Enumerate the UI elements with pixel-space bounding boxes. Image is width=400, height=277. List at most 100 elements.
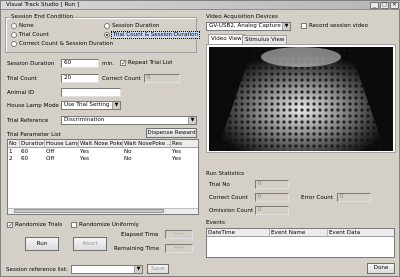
trial-count-label: Trial Count (7, 76, 37, 82)
remaining-time-value: --:-- (165, 244, 193, 253)
cell-duration: 60 (21, 156, 29, 162)
done-button[interactable]: Done (367, 263, 395, 274)
trial-reference-label: Trial Reference (7, 118, 49, 124)
radio-none[interactable]: None (11, 23, 34, 29)
maximize-icon[interactable]: □ (380, 2, 389, 9)
table-scrollbar-thumb[interactable] (14, 209, 164, 213)
correct-count-input[interactable]: 0 (144, 74, 180, 83)
chevron-down-icon[interactable]: ▼ (188, 117, 196, 124)
save-button[interactable]: Save (147, 264, 169, 274)
run-button[interactable]: Run (25, 237, 59, 251)
randomize-uniformly-checkbox[interactable]: Randomize Uniformly (71, 222, 139, 228)
trial-no-value: 0 (255, 180, 289, 189)
table-scrollbar[interactable] (8, 208, 198, 214)
stats-correct-count-label: Correct Count (209, 195, 248, 201)
error-count-label: Error Count (301, 195, 334, 201)
video-tabs-container: Video View Stimulus View (206, 34, 396, 153)
dispense-reward-button[interactable]: Dispense Reward (146, 128, 197, 138)
randomize-uniformly-label: Randomize Uniformly (79, 222, 139, 228)
col-event-data[interactable]: Event Data (328, 229, 394, 237)
randomize-trials-checkbox[interactable]: ✓ Randomize Trials (7, 222, 63, 229)
trial-no-label: Trial No (209, 182, 230, 188)
video-device-value: GV-USB2, Analog Capture (209, 23, 281, 29)
radio-trial-count-dot[interactable] (11, 32, 17, 38)
repeat-trial-list-checkbox[interactable]: ✓ Repeat Trial List (120, 60, 173, 67)
radio-session-duration[interactable]: Session Duration (104, 23, 159, 29)
events-group-label: Events (206, 220, 225, 226)
trial-list-label: Trial Parameter List (7, 132, 61, 138)
radio-session-duration-label: Session Duration (112, 23, 160, 29)
col-wait-nosepoke-2[interactable]: Wait NosePoke ... (123, 140, 171, 148)
abort-button[interactable]: Abort (73, 237, 107, 251)
elapsed-time-label: Elapsed Time (121, 232, 159, 238)
radio-trial-count-label: Trial Count (19, 32, 49, 38)
radio-none-dot[interactable] (11, 23, 17, 29)
camera-feed (209, 47, 393, 151)
randomize-trials-box[interactable]: ✓ (7, 222, 13, 229)
cell-res: Yes (172, 156, 182, 162)
cell-house-lamp: Off (46, 156, 55, 162)
radio-trial-count-duration[interactable]: Trial Count & Session Duration (104, 31, 201, 39)
col-datetime[interactable]: DateTime (207, 229, 270, 237)
repeat-trial-list-label: Repeat Trial List (128, 60, 173, 66)
col-res[interactable]: Res (171, 140, 198, 148)
events-table: DateTime Event Name Event Data (206, 228, 395, 258)
video-tab-panel (206, 44, 396, 153)
trial-reference-value: Discrimination (64, 117, 105, 123)
radio-session-duration-dot[interactable] (104, 23, 110, 29)
radio-correct-count-duration-dot[interactable] (11, 41, 17, 47)
randomize-uniformly-box[interactable] (71, 222, 77, 228)
col-wait-nose-poke[interactable]: Wait Nose Poke (79, 140, 123, 148)
house-lamp-value: Use Trial Setting (64, 102, 110, 108)
record-session-video-box[interactable] (301, 23, 307, 29)
stats-group-label: Run Statistics (206, 171, 245, 177)
correct-count-label: Correct Count (102, 76, 141, 82)
session-duration-unit: min. (102, 61, 115, 67)
title-bar: Visual Track Studio [ Run ] _ □ ✕ (1, 1, 400, 10)
session-duration-input[interactable]: 60 (61, 59, 99, 68)
radio-trial-count[interactable]: Trial Count (11, 32, 49, 38)
radio-trial-count-duration-label: Trial Count & Session Duration (110, 31, 201, 39)
col-house-lamp[interactable]: House Lamp (45, 140, 79, 148)
video-group-label: Video Acquisition Devices (206, 14, 278, 20)
app-window: Visual Track Studio [ Run ] _ □ ✕ Sessio… (0, 0, 400, 277)
session-ref-label: Session reference list: (6, 267, 68, 273)
table-header: No Duration House Lamp Wait Nose Poke Wa… (8, 140, 198, 148)
trial-parameter-table: No Duration House Lamp Wait Nose Poke Wa… (7, 139, 199, 215)
minimize-icon[interactable]: _ (370, 2, 379, 9)
tab-video-view[interactable]: Video View (208, 34, 245, 44)
cell-no: 2 (9, 156, 13, 162)
repeat-trial-list-box[interactable]: ✓ (120, 60, 126, 67)
elapsed-time-value: --:-- (165, 230, 193, 239)
radio-correct-count-duration[interactable]: Correct Count & Session Duration (11, 41, 113, 47)
chevron-down-icon[interactable]: ▼ (282, 23, 290, 30)
house-lamp-select[interactable]: Use Trial Setting ▼ (61, 101, 121, 110)
radio-trial-count-duration-dot[interactable] (104, 32, 110, 38)
events-header: DateTime Event Name Event Data (207, 229, 394, 237)
cell-wait-nose-poke: Yes (80, 156, 90, 162)
omission-count-label: Omission Count (209, 208, 254, 214)
trial-reference-select[interactable]: Discrimination ▼ (61, 116, 197, 125)
animal-id-input[interactable] (61, 88, 121, 97)
randomize-trials-label: Randomize Trials (15, 222, 63, 228)
chevron-down-icon[interactable]: ▼ (134, 266, 142, 273)
omission-count-value: 0 (255, 206, 289, 215)
col-no[interactable]: No (8, 140, 20, 148)
chevron-down-icon[interactable]: ▼ (112, 102, 120, 109)
error-count-value: 0 (337, 193, 371, 202)
animal-id-label: Animal ID (7, 90, 35, 96)
video-device-select[interactable]: GV-USB2, Analog Capture ▼ (206, 22, 291, 31)
col-duration[interactable]: Duration (20, 140, 45, 148)
trial-count-input[interactable]: 20 (61, 74, 99, 83)
close-icon[interactable]: ✕ (390, 2, 399, 9)
record-session-video-checkbox[interactable]: Record session video (301, 23, 368, 29)
tab-stimulus-view[interactable]: Stimulus View (242, 35, 288, 44)
session-ref-select[interactable]: ▼ (71, 265, 143, 274)
radio-correct-count-duration-label: Correct Count & Session Duration (19, 41, 114, 47)
stats-correct-count-value: 0 (255, 193, 289, 202)
session-end-group-label: Session End Condition (10, 14, 75, 20)
col-event-name[interactable]: Event Name (270, 229, 328, 237)
radio-none-label: None (19, 23, 34, 29)
cell-wait-nosepoke-2: No (124, 156, 132, 162)
house-lamp-label: House Lamp Mode (7, 103, 59, 109)
